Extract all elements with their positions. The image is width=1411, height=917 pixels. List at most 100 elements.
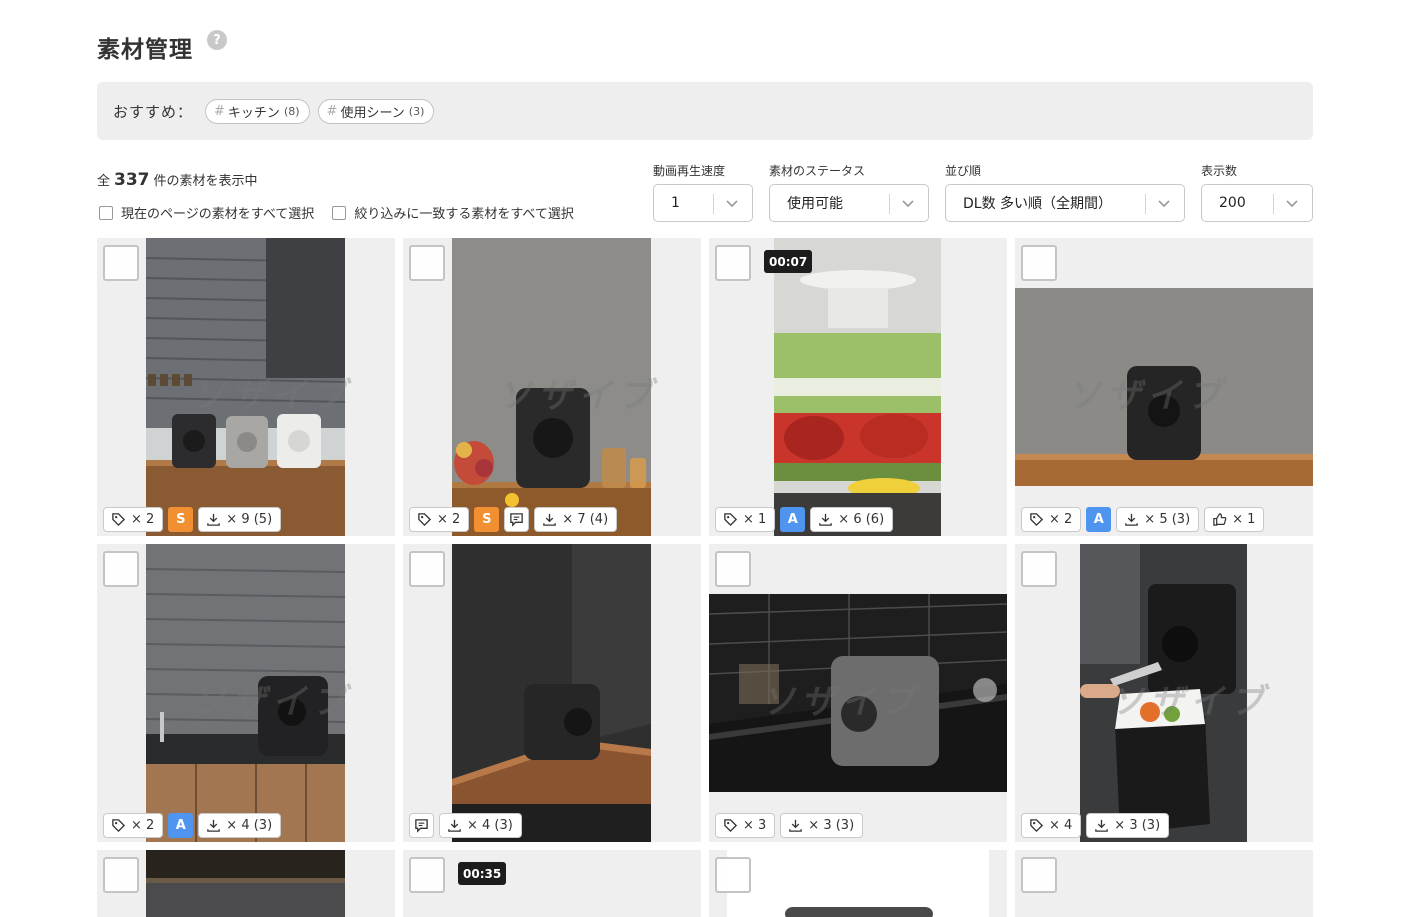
grade-badge: A [780, 507, 806, 532]
tag-chip-usage-scene[interactable]: # 使用シーン (3) [317, 98, 435, 124]
tag-count-badge[interactable]: × 2 [103, 507, 164, 532]
hash-icon: # [326, 103, 338, 119]
material-thumbnail[interactable] [727, 850, 989, 917]
select-page-all[interactable]: 現在のページの素材をすべて選択 [99, 203, 314, 222]
card-checkbox[interactable] [715, 857, 751, 893]
count-suffix: 件の素材を表示中 [153, 174, 258, 189]
card-checkbox[interactable] [1021, 857, 1057, 893]
card-badges: × 4 × 3 (3) [1021, 813, 1174, 838]
tag-name: キッチン [227, 105, 280, 121]
card-badges: × 2 S × 9 (5) [103, 507, 286, 532]
download-count-badge[interactable]: × 3 (3) [780, 813, 864, 838]
card-checkbox[interactable] [1021, 551, 1057, 587]
tag-count: (8) [283, 104, 300, 118]
material-card[interactable]: ソザイブ × 2 A × 4 (3) [97, 544, 395, 842]
material-card[interactable]: ソザイブ × 3 × 3 (3) [709, 544, 1007, 842]
chevron-down-icon [1158, 200, 1170, 208]
material-card[interactable]: ソザイブ × 2 A × 5 (3) × 1 [1015, 238, 1313, 536]
per-page-filter: 表示数 200 [1201, 162, 1313, 222]
comment-icon [510, 513, 524, 527]
tag-count-badge[interactable]: × 4 [1021, 813, 1082, 838]
grade-badge: S [474, 507, 500, 532]
select-filter-all[interactable]: 絞り込みに一致する素材をすべて選択 [332, 203, 574, 222]
tag-count: × 4 [1049, 818, 1073, 833]
download-count: × 4 (3) [226, 818, 273, 833]
page-title: 素材管理 [97, 37, 193, 63]
tag-icon [112, 819, 126, 833]
video-duration: 00:07 [764, 250, 813, 273]
tag-icon [724, 513, 738, 527]
select-filter-checkbox[interactable] [332, 205, 347, 220]
card-checkbox[interactable] [103, 857, 139, 893]
per-page-select[interactable]: 200 [1201, 184, 1313, 222]
download-icon [207, 819, 221, 832]
tag-count-badge[interactable]: × 2 [1021, 507, 1082, 532]
download-count-badge[interactable]: × 4 (3) [439, 813, 522, 838]
bulk-select-row: 現在のページの素材をすべて選択 絞り込みに一致する素材をすべて選択 [99, 203, 592, 222]
card-checkbox[interactable] [409, 857, 445, 893]
material-card[interactable]: ソザイブ × 2 S × 7 (4) [403, 238, 701, 536]
material-thumbnail[interactable] [452, 544, 651, 842]
tag-count: × 3 [743, 818, 767, 833]
speed-select[interactable]: 1 [653, 184, 753, 222]
grade-badge: S [168, 507, 194, 532]
download-icon [543, 513, 557, 526]
download-count: × 4 (3) [467, 818, 513, 833]
card-badges: × 2 A × 4 (3) [103, 813, 286, 838]
sort-value: DL数 多い順（全期間） [963, 196, 1113, 212]
tag-count-badge[interactable]: × 1 [715, 507, 776, 532]
material-card[interactable]: ソザイブ × 2 S × 9 (5) [97, 238, 395, 536]
select-page-checkbox[interactable] [99, 205, 113, 220]
watermark: ソザイブ [1110, 682, 1270, 722]
chevron-down-icon [902, 200, 914, 208]
download-count: × 3 (3) [808, 818, 855, 833]
tag-icon [418, 513, 432, 527]
material-card[interactable]: 00:07 × 1 A × 6 (6) [709, 238, 1007, 536]
status-select[interactable]: 使用可能 [769, 184, 929, 222]
card-checkbox[interactable] [103, 551, 139, 587]
comment-badge[interactable] [409, 813, 434, 838]
card-checkbox[interactable] [715, 245, 751, 281]
material-card[interactable] [1015, 850, 1313, 917]
hash-icon: # [214, 103, 225, 119]
sort-label: 並び順 [945, 164, 982, 178]
like-count-badge[interactable]: × 1 [1204, 507, 1265, 532]
card-checkbox[interactable] [103, 245, 139, 281]
download-count: × 6 (6) [838, 512, 885, 527]
comment-icon [415, 819, 428, 833]
card-checkbox[interactable] [1021, 245, 1057, 281]
result-count: 全 337 件の素材を表示中 [97, 170, 258, 190]
download-count: × 3 (3) [1114, 818, 1161, 833]
tag-icon [724, 819, 738, 833]
card-badges: × 3 × 3 (3) [715, 813, 868, 838]
material-card[interactable]: × 4 (3) [403, 544, 701, 842]
watermark: ソザイブ [192, 682, 352, 722]
download-count-badge[interactable]: × 9 (5) [198, 507, 282, 532]
download-count-badge[interactable]: × 7 (4) [534, 507, 618, 532]
material-thumbnail[interactable] [146, 850, 345, 917]
card-checkbox[interactable] [715, 551, 751, 587]
download-count: × 7 (4) [562, 512, 609, 527]
download-count-badge[interactable]: × 6 (6) [810, 507, 894, 532]
material-card[interactable]: 00:35 [403, 850, 701, 917]
card-checkbox[interactable] [409, 551, 445, 587]
download-count-badge[interactable]: × 4 (3) [198, 813, 282, 838]
status-filter: 素材のステータス 使用可能 [769, 162, 929, 222]
tag-count-badge[interactable]: × 2 [409, 507, 470, 532]
sort-select[interactable]: DL数 多い順（全期間） [945, 184, 1185, 222]
download-count: × 5 (3) [1144, 512, 1191, 527]
comment-badge[interactable] [504, 507, 530, 532]
download-count-badge[interactable]: × 5 (3) [1116, 507, 1200, 532]
material-card[interactable] [709, 850, 1007, 917]
material-card[interactable]: ソザイブ × 4 × 3 (3) [1015, 544, 1313, 842]
material-thumbnail[interactable] [774, 238, 941, 536]
tag-count-badge[interactable]: × 3 [715, 813, 776, 838]
tag-count: × 1 [743, 512, 767, 527]
material-card[interactable] [97, 850, 395, 917]
tag-count-badge[interactable]: × 2 [103, 813, 164, 838]
card-checkbox[interactable] [409, 245, 445, 281]
download-count-badge[interactable]: × 3 (3) [1086, 813, 1170, 838]
tag-chip-kitchen[interactable]: # キッチン (8) [205, 98, 310, 124]
sort-filter: 並び順 DL数 多い順（全期間） [945, 162, 1185, 222]
help-icon[interactable]: ? [207, 30, 227, 50]
